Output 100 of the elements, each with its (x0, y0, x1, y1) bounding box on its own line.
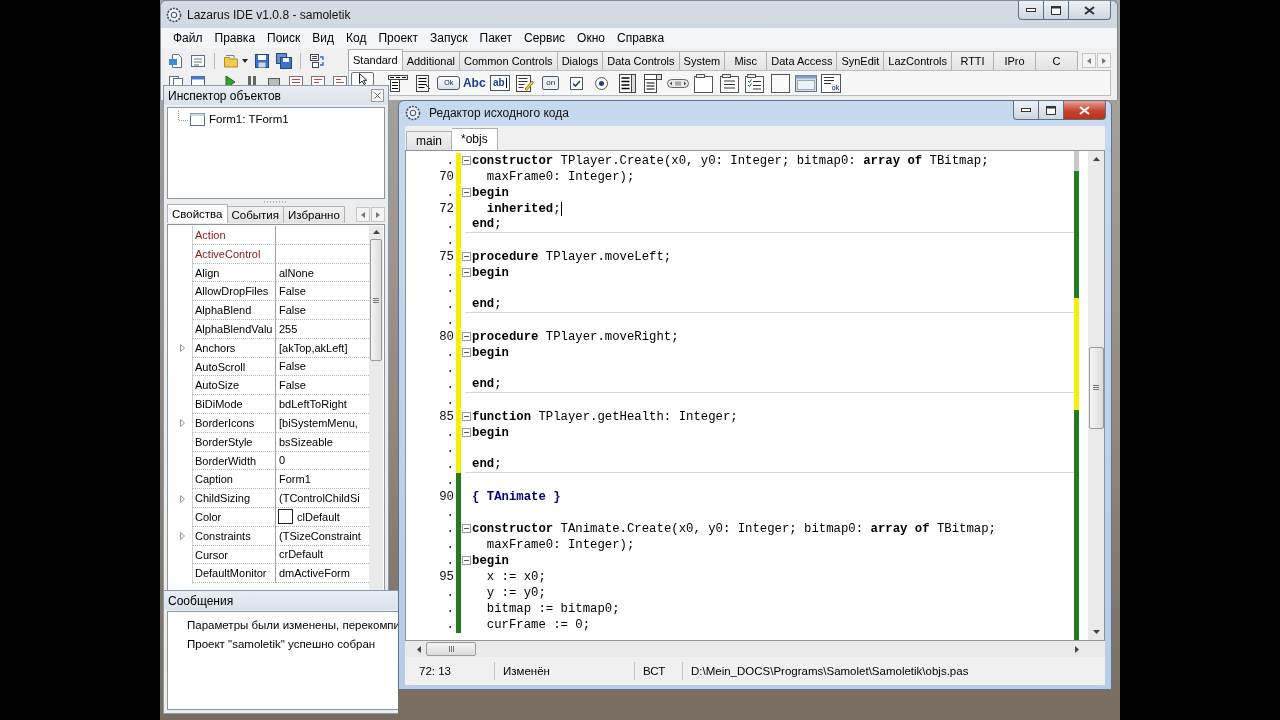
property-value[interactable]: [akTop,akLeft] (279, 338, 348, 357)
palette-tab[interactable]: Dialogs (557, 51, 604, 70)
palette-tab[interactable]: Common Controls (460, 51, 558, 70)
expand-arrow-icon[interactable] (179, 419, 185, 428)
left-arrow-icon[interactable] (417, 645, 421, 653)
palette-tab[interactable]: Data Access (767, 51, 838, 70)
palette-tab[interactable]: C (1036, 51, 1079, 70)
property-value[interactable]: 0 (279, 451, 286, 470)
property-value[interactable]: crDefault (279, 545, 324, 564)
property-value[interactable]: bdLeftToRight (279, 395, 347, 414)
menu-item[interactable]: Запуск (424, 28, 474, 48)
property-name[interactable]: BorderStyle (192, 432, 276, 452)
frame-icon[interactable] (794, 74, 817, 92)
fold-icon[interactable] (462, 252, 471, 262)
main-menu-icon[interactable] (387, 74, 408, 92)
scroll-right-button[interactable] (371, 207, 385, 222)
fold-icon[interactable] (462, 524, 471, 534)
property-value[interactable]: [biSystemMenu, (279, 413, 358, 432)
scrollbar-thumb[interactable] (370, 239, 382, 361)
label-tool[interactable]: Abc (462, 76, 486, 90)
palette-tab[interactable]: Additional (402, 51, 460, 70)
menu-item[interactable]: Вид (306, 28, 341, 48)
tree-item[interactable]: Form1: TForm1 (207, 113, 289, 125)
memo-icon[interactable] (516, 74, 535, 92)
property-value[interactable]: False (279, 301, 306, 320)
menu-item[interactable]: Пакет (473, 28, 518, 48)
fold-icon[interactable] (462, 188, 471, 198)
vertical-scrollbar[interactable] (369, 226, 383, 590)
menu-item[interactable]: Справка (611, 28, 671, 48)
property-value[interactable]: (TControlChildSi (279, 489, 360, 508)
menu-item[interactable]: Правка (208, 28, 262, 48)
palette-tab[interactable]: Data Controls (603, 51, 680, 70)
property-name[interactable]: Caption (192, 470, 276, 490)
property-value[interactable]: False (279, 282, 306, 301)
menu-item[interactable]: Сервис (518, 28, 572, 48)
toggle-tool[interactable]: on (542, 76, 560, 90)
check-group-icon[interactable] (745, 73, 765, 93)
code-editor[interactable] (405, 149, 1105, 642)
file-tab[interactable]: main (406, 130, 452, 150)
property-name[interactable]: AlphaBlend (192, 301, 276, 320)
expand-arrow-icon[interactable] (179, 344, 185, 353)
fold-icon[interactable] (462, 156, 471, 166)
property-name[interactable]: Anchors (192, 338, 276, 358)
close-button[interactable] (371, 89, 384, 102)
pointer-tool-button[interactable] (351, 72, 374, 86)
close-button[interactable] (1069, 1, 1111, 20)
inspector-tab[interactable]: Избранно (284, 206, 345, 223)
palette-tab[interactable]: SynEdit (837, 51, 885, 70)
new-file-icon[interactable] (168, 53, 184, 69)
property-name[interactable]: AutoSize (192, 376, 276, 396)
property-name[interactable]: BiDiMode (192, 395, 276, 414)
right-arrow-icon[interactable] (1075, 645, 1079, 653)
property-name[interactable]: BorderIcons (192, 413, 276, 433)
menu-item[interactable]: Код (340, 28, 373, 48)
scrollbar-thumb[interactable] (426, 642, 476, 657)
vertical-scrollbar[interactable] (1088, 150, 1104, 641)
scroll-bar-icon[interactable] (667, 78, 690, 88)
fold-icon[interactable] (462, 556, 471, 566)
inspector-tab[interactable]: События (227, 206, 284, 223)
property-name[interactable]: Constraints (192, 526, 276, 546)
property-name[interactable]: AutoScroll (192, 357, 276, 377)
up-arrow-icon[interactable] (1092, 156, 1100, 161)
save-all-icon[interactable] (276, 53, 292, 69)
fold-icon[interactable] (462, 412, 471, 422)
property-value[interactable]: dmActiveForm (279, 564, 350, 583)
file-tab[interactable]: *objs (452, 127, 498, 150)
menu-item[interactable]: Файл (167, 28, 209, 48)
scroll-left-button[interactable] (1082, 53, 1096, 68)
property-name[interactable]: AlphaBlendValu (192, 320, 276, 339)
horizontal-scrollbar[interactable] (405, 641, 1105, 658)
property-name[interactable]: Cursor (192, 545, 276, 565)
minimize-button[interactable] (1018, 1, 1044, 20)
group-box-icon[interactable] (694, 73, 714, 93)
property-name[interactable]: ChildSizing (192, 489, 276, 508)
property-value[interactable]: alNone (279, 263, 314, 282)
radio-button-icon[interactable] (595, 76, 609, 90)
popup-menu-icon[interactable] (415, 74, 431, 92)
close-button[interactable] (1064, 101, 1106, 120)
scrollbar-thumb[interactable] (1088, 346, 1104, 429)
menu-item[interactable]: Проект (372, 28, 424, 48)
menu-item[interactable]: Поиск (261, 28, 307, 48)
property-value[interactable]: (TSizeConstraint (279, 526, 361, 545)
palette-tab[interactable]: Standard (348, 49, 403, 70)
caret-icon[interactable] (242, 59, 248, 63)
checkbox-icon[interactable] (569, 76, 583, 90)
up-arrow-icon[interactable] (372, 230, 380, 234)
save-icon[interactable] (254, 53, 270, 69)
property-value[interactable]: False (279, 376, 306, 395)
radio-group-icon[interactable] (719, 73, 739, 93)
inspector-tab[interactable]: Свойства (167, 204, 228, 223)
property-name[interactable]: DefaultMonitor (192, 564, 276, 584)
property-name[interactable]: Align (192, 263, 276, 283)
minimize-button[interactable] (1013, 101, 1039, 120)
fold-icon[interactable] (462, 332, 471, 342)
palette-tab[interactable]: System (679, 51, 726, 70)
property-name[interactable]: Color (192, 507, 276, 527)
fold-icon[interactable] (462, 348, 471, 358)
fold-icon[interactable] (462, 268, 471, 278)
property-name[interactable]: AllowDropFiles (192, 282, 276, 302)
property-value[interactable]: Form1 (279, 470, 311, 489)
